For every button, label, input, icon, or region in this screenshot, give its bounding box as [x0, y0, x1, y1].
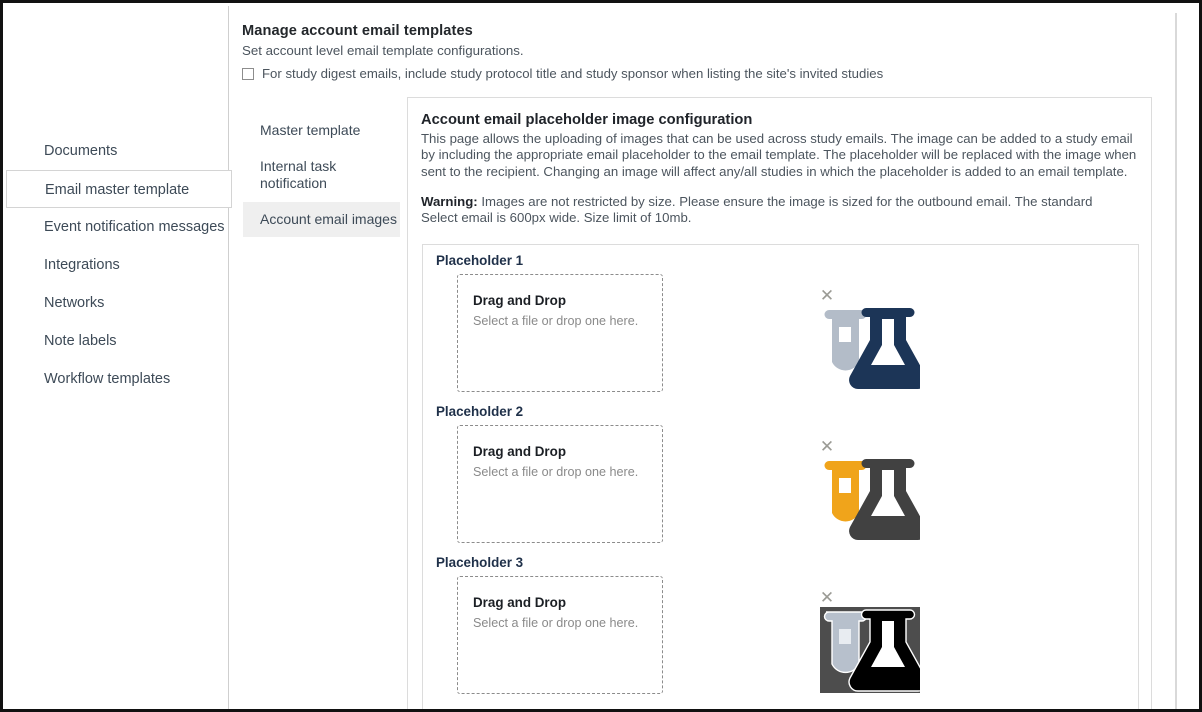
- panel-title: Account email placeholder image configur…: [421, 112, 753, 128]
- sidebar-item-note-labels[interactable]: Note labels: [6, 322, 230, 360]
- sidebar-item-documents[interactable]: Documents: [6, 132, 230, 170]
- content-panel-right-edge: [1175, 13, 1176, 709]
- sidebar-nav-list: Documents Email master template Event no…: [6, 132, 232, 398]
- page-header: Manage account email templates Set accou…: [242, 23, 1172, 81]
- image-preview-1: ✕: [807, 274, 927, 392]
- panel-warning: Warning: Images are not restricted by si…: [421, 194, 1131, 227]
- dropzone-subtitle: Select a file or drop one here.: [473, 314, 639, 328]
- dropzone-title: Drag and Drop: [473, 444, 566, 459]
- sidebar-item-label: Integrations: [44, 257, 120, 273]
- sidebar-item-label: Email master template: [45, 182, 190, 198]
- placeholder-group-1: Placeholder 1 Drag and Drop Select a fil…: [423, 245, 1138, 396]
- lab-flask-icon: [820, 305, 927, 396]
- image-preview-3: ✕: [807, 576, 928, 694]
- template-subnav: Master template Internal task notificati…: [243, 113, 400, 237]
- lab-flask-icon: [820, 607, 928, 698]
- placeholder-label: Placeholder 2: [436, 404, 524, 419]
- sidebar-item-label: Note labels: [44, 333, 117, 349]
- panel-intro: Account email placeholder image configur…: [408, 98, 1151, 226]
- page-title: Manage account email templates: [242, 23, 473, 39]
- sidebar-item-workflow-templates[interactable]: Workflow templates: [6, 360, 230, 398]
- placeholder-group-3: Placeholder 3 Drag and Drop Select a fil…: [423, 547, 1138, 698]
- placeholder-row: Drag and Drop Select a file or drop one …: [436, 425, 1138, 547]
- sidebar-item-label: Workflow templates: [44, 371, 171, 387]
- dropzone-placeholder-3[interactable]: Drag and Drop Select a file or drop one …: [457, 576, 663, 694]
- lab-flask-icon: [820, 456, 927, 547]
- study-digest-checkbox-row: For study digest emails, include study p…: [242, 66, 1172, 81]
- dropzone-title: Drag and Drop: [473, 293, 566, 308]
- study-digest-checkbox[interactable]: [242, 68, 254, 80]
- image-preview-2: ✕: [807, 425, 927, 543]
- tab-internal-task-notification[interactable]: Internal task notification: [243, 149, 400, 202]
- sidebar-item-networks[interactable]: Networks: [6, 284, 230, 322]
- sidebar-item-label: Networks: [44, 295, 105, 311]
- tab-account-email-images[interactable]: Account email images: [243, 201, 400, 237]
- dropzone-title: Drag and Drop: [473, 595, 566, 610]
- dropzone-subtitle: Select a file or drop one here.: [473, 616, 639, 630]
- sidebar-item-email-master-template[interactable]: Email master template: [6, 170, 232, 208]
- dropzone-placeholder-2[interactable]: Drag and Drop Select a file or drop one …: [457, 425, 663, 543]
- dropzone-subtitle: Select a file or drop one here.: [473, 465, 639, 479]
- sidebar-item-event-notification-messages[interactable]: Event notification messages: [6, 208, 230, 246]
- warning-text: Images are not restricted by size. Pleas…: [421, 193, 1093, 226]
- placeholder-row: Drag and Drop Select a file or drop one …: [436, 576, 1138, 698]
- sidebar-item-label: Event notification messages: [44, 219, 225, 235]
- tab-master-template[interactable]: Master template: [243, 113, 400, 149]
- remove-image-icon[interactable]: ✕: [819, 589, 835, 606]
- remove-image-icon[interactable]: ✕: [819, 287, 835, 304]
- page-subtitle: Set account level email template configu…: [242, 43, 524, 58]
- sidebar-item-integrations[interactable]: Integrations: [6, 246, 230, 284]
- placeholder-label: Placeholder 3: [436, 555, 524, 570]
- app-window: Documents Email master template Event no…: [0, 0, 1202, 712]
- sidebar-item-label: Documents: [44, 143, 118, 159]
- settings-sidebar: Documents Email master template Event no…: [6, 6, 232, 709]
- placeholder-label: Placeholder 1: [436, 253, 524, 268]
- account-email-images-panel: Account email placeholder image configur…: [407, 97, 1152, 709]
- placeholder-row: Drag and Drop Select a file or drop one …: [436, 274, 1138, 396]
- tab-label: Internal task notification: [260, 157, 337, 192]
- placeholder-group-2: Placeholder 2 Drag and Drop Select a fil…: [423, 396, 1138, 547]
- remove-image-icon[interactable]: ✕: [819, 438, 835, 455]
- placeholder-list: Placeholder 1 Drag and Drop Select a fil…: [422, 244, 1139, 709]
- tab-label: Account email images: [260, 210, 397, 227]
- panel-description: This page allows the uploading of images…: [421, 131, 1137, 179]
- study-digest-checkbox-label: For study digest emails, include study p…: [262, 66, 884, 81]
- tab-label: Master template: [260, 122, 361, 138]
- warning-label: Warning:: [421, 193, 478, 209]
- dropzone-placeholder-1[interactable]: Drag and Drop Select a file or drop one …: [457, 274, 663, 392]
